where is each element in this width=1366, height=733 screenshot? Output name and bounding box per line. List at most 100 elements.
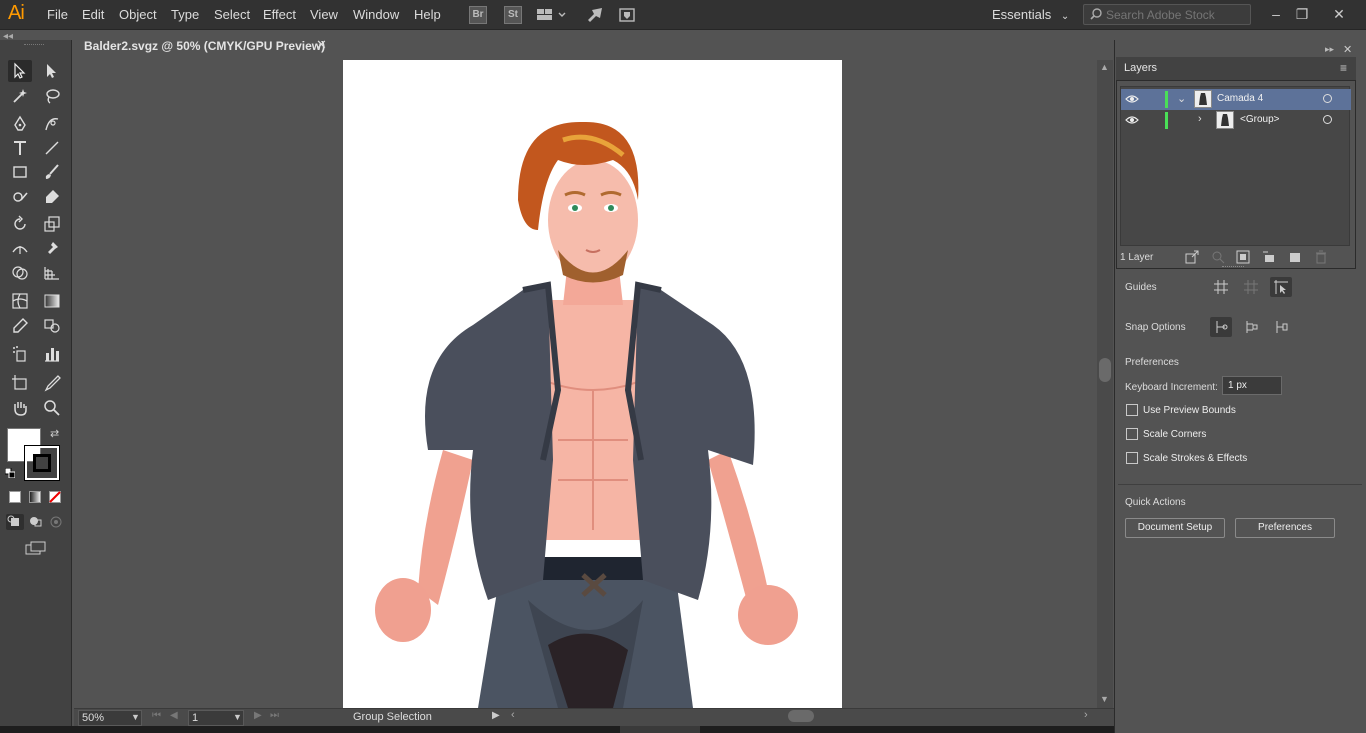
puppet-warp-tool-icon[interactable] [40, 238, 64, 260]
document-setup-button[interactable]: Document Setup [1125, 518, 1225, 538]
default-fill-stroke-icon[interactable] [4, 467, 16, 479]
search-input[interactable] [1106, 7, 1246, 22]
rectangle-tool-icon[interactable] [8, 161, 32, 183]
show-grid-icon[interactable] [1210, 277, 1232, 297]
draw-behind-icon[interactable] [27, 514, 45, 530]
menu-help[interactable]: Help [414, 7, 441, 22]
status-menu-icon[interactable]: ▶ [492, 710, 500, 721]
blend-tool-icon[interactable] [40, 315, 64, 337]
artboard[interactable] [343, 60, 842, 708]
visibility-eye-icon[interactable] [1125, 93, 1139, 105]
snap-to-grid-icon[interactable] [1240, 317, 1262, 337]
scale-tool-icon[interactable] [40, 213, 64, 235]
stock-search-box[interactable] [1083, 4, 1251, 25]
hand-tool-icon[interactable] [8, 397, 32, 419]
locate-object-icon[interactable] [1211, 250, 1225, 267]
group-target-icon[interactable] [1323, 115, 1332, 124]
use-preview-bounds-checkbox[interactable] [1126, 404, 1138, 416]
new-layer-icon[interactable] [1288, 250, 1302, 267]
panel-grip[interactable] [24, 44, 44, 47]
scroll-right-icon[interactable]: › [1084, 709, 1088, 721]
gradient-tool-icon[interactable] [40, 290, 64, 312]
slice-tool-icon[interactable] [40, 372, 64, 394]
curvature-tool-icon[interactable] [40, 113, 64, 135]
layer-target-icon[interactable] [1323, 94, 1332, 103]
menu-edit[interactable]: Edit [82, 7, 104, 22]
gpu-performance-icon[interactable] [586, 6, 604, 24]
new-sublayer-icon[interactable] [1262, 250, 1276, 267]
restore-button[interactable]: ❐ [1290, 4, 1314, 24]
layer-name[interactable]: Camada 4 [1217, 93, 1263, 104]
preferences-button[interactable]: Preferences [1235, 518, 1335, 538]
menu-select[interactable]: Select [214, 7, 250, 22]
draw-normal-icon[interactable] [6, 514, 24, 530]
close-tab-icon[interactable]: ✕ [316, 37, 327, 53]
visibility-eye-icon[interactable] [1125, 114, 1139, 126]
snap-to-pixel-icon[interactable] [1270, 317, 1292, 337]
minimize-button[interactable]: – [1264, 4, 1288, 24]
menu-view[interactable]: View [310, 7, 338, 22]
export-layer-icon[interactable] [1185, 250, 1199, 267]
snap-to-point-icon[interactable] [1210, 317, 1232, 337]
menu-effect[interactable]: Effect [263, 7, 296, 22]
layers-tab[interactable]: Layers [1124, 62, 1157, 74]
scroll-up-icon[interactable]: ▲ [1100, 62, 1109, 72]
vertical-scroll-thumb[interactable] [1099, 358, 1111, 382]
menu-object[interactable]: Object [119, 7, 157, 22]
draw-inside-icon[interactable] [47, 514, 65, 530]
line-segment-tool-icon[interactable] [40, 137, 64, 159]
delete-layer-icon[interactable] [1314, 250, 1328, 267]
magic-wand-tool-icon[interactable] [8, 85, 32, 107]
screen-mode-icon[interactable] [24, 540, 48, 556]
smart-guides-icon[interactable] [1270, 277, 1292, 297]
type-tool-icon[interactable] [8, 137, 32, 159]
perspective-grid-tool-icon[interactable] [40, 262, 64, 284]
color-mode-icon[interactable] [9, 491, 21, 503]
panel-menu-icon[interactable]: ≡ [1340, 61, 1347, 75]
rotate-tool-icon[interactable] [8, 213, 32, 235]
previous-artboard-icon[interactable]: ◀ [170, 710, 178, 721]
zoom-select[interactable]: 50% ▼ [78, 710, 142, 726]
keyboard-increment-field[interactable]: 1 px [1222, 376, 1282, 395]
close-window-button[interactable]: ✕ [1327, 4, 1351, 24]
next-artboard-icon[interactable]: ▶ [254, 710, 262, 721]
character-illustration[interactable] [343, 60, 842, 708]
direct-selection-tool-icon[interactable] [40, 60, 64, 82]
column-graph-tool-icon[interactable] [40, 343, 64, 365]
scale-strokes-effects-checkbox[interactable] [1126, 452, 1138, 464]
expand-group-icon[interactable]: › [1198, 113, 1202, 125]
shape-builder-tool-icon[interactable] [8, 262, 32, 284]
vertical-scrollbar[interactable]: ▲ ▼ [1097, 60, 1113, 708]
panel-resize-grip[interactable] [1222, 266, 1244, 270]
symbol-sprayer-tool-icon[interactable] [8, 343, 32, 365]
scroll-down-icon[interactable]: ▼ [1100, 694, 1109, 704]
bridge-icon[interactable]: Br [469, 6, 487, 24]
swap-fill-stroke-icon[interactable]: ⇄ [50, 427, 59, 440]
gradient-mode-icon[interactable] [29, 491, 41, 503]
first-artboard-icon[interactable]: ⏮ [152, 710, 161, 721]
eraser-tool-icon[interactable] [40, 186, 64, 208]
artboard-tool-icon[interactable] [8, 372, 32, 394]
arrange-documents-icon[interactable] [536, 6, 566, 24]
layer-row-group[interactable]: › <Group> [1121, 110, 1351, 131]
none-mode-icon[interactable] [49, 491, 61, 503]
paintbrush-tool-icon[interactable] [40, 161, 64, 183]
pixel-grid-icon[interactable] [1240, 277, 1262, 297]
scroll-left-icon[interactable]: ‹ [511, 709, 515, 721]
close-panel-icon[interactable]: ✕ [1343, 43, 1352, 56]
last-artboard-icon[interactable]: ⏭ [270, 710, 279, 721]
lasso-tool-icon[interactable] [40, 85, 64, 107]
collapse-panels-icon[interactable]: ▸▸ [1325, 44, 1334, 55]
selection-tool-icon[interactable] [8, 60, 32, 82]
horizontal-scroll-thumb[interactable] [788, 710, 814, 722]
menu-file[interactable]: File [47, 7, 68, 22]
stock-icon[interactable]: St [504, 6, 522, 24]
group-name[interactable]: <Group> [1240, 114, 1279, 125]
feedback-icon[interactable] [618, 6, 636, 24]
shaper-tool-icon[interactable] [8, 186, 32, 208]
mesh-tool-icon[interactable] [8, 290, 32, 312]
scale-corners-checkbox[interactable] [1126, 428, 1138, 440]
menu-window[interactable]: Window [353, 7, 399, 22]
document-tab[interactable]: Balder2.svgz @ 50% (CMYK/GPU Preview) ✕ [74, 34, 332, 60]
pen-tool-icon[interactable] [8, 113, 32, 135]
